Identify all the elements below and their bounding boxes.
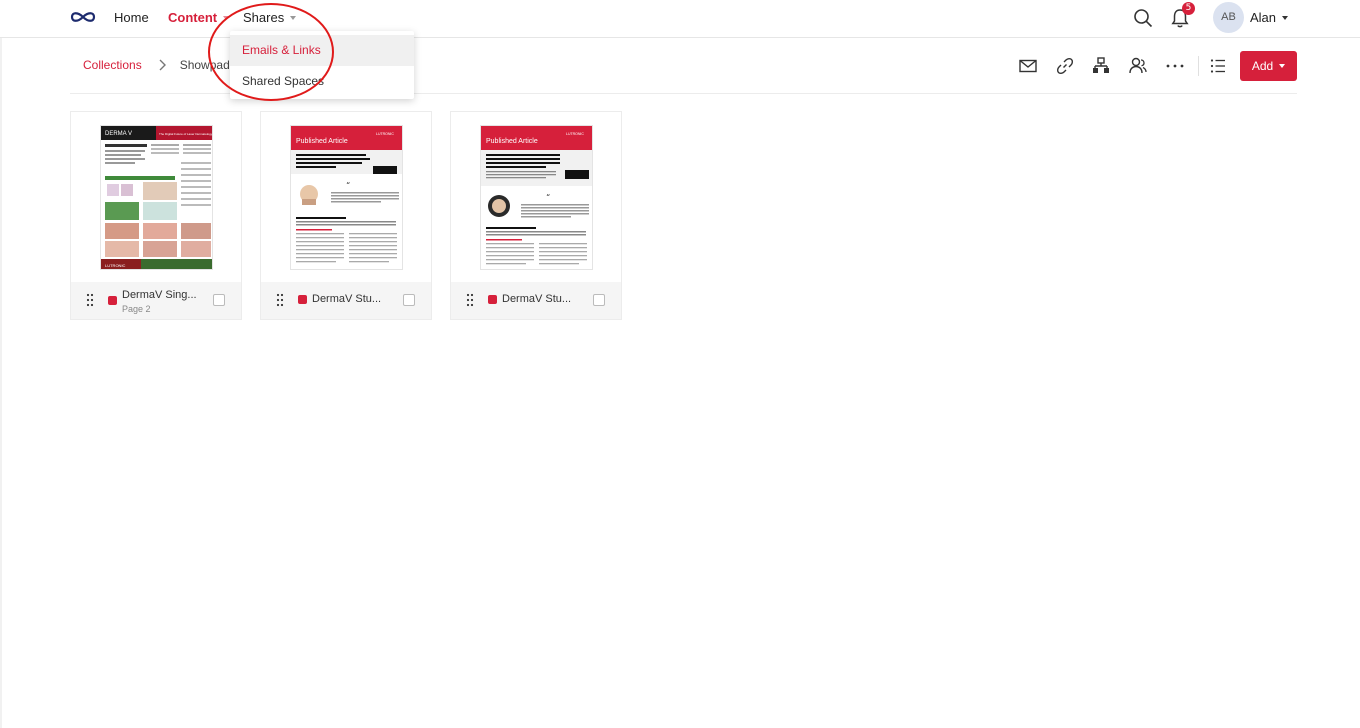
asset-card-footer: DermaV Stu... (261, 282, 431, 319)
nav-home[interactable]: Home (114, 10, 149, 25)
chevron-down-icon (1282, 15, 1289, 20)
asset-select-checkbox[interactable] (593, 294, 605, 306)
mail-icon[interactable] (1018, 56, 1038, 76)
asset-title[interactable]: DermaV Stu... (312, 293, 381, 305)
top-navigation: Home Content Shares 5 AB Alan (0, 0, 1360, 38)
svg-text:“: “ (546, 193, 550, 202)
nav-content[interactable]: Content (168, 10, 230, 25)
user-menu[interactable]: Alan (1250, 10, 1289, 25)
thumb-brand: DERMA V (105, 131, 132, 137)
asset-thumbnail-area[interactable]: Published Article LUTRONIC “ (451, 112, 621, 282)
breadcrumb: Collections Showpad Co (83, 58, 248, 72)
document-preview-image: Published Article LUTRONIC “ (291, 126, 402, 269)
asset-card[interactable]: Published Article LUTRONIC “ DermaV Stu.… (450, 111, 622, 320)
asset-thumbnail: DERMA V The Digital Future of Laser Derm… (100, 125, 213, 270)
notification-badge: 5 (1182, 2, 1195, 15)
search-icon[interactable] (1132, 7, 1154, 29)
asset-card[interactable]: DERMA V The Digital Future of Laser Derm… (70, 111, 242, 320)
menu-item-shared-spaces[interactable]: Shared Spaces (230, 66, 414, 97)
asset-select-checkbox[interactable] (213, 294, 225, 306)
menu-item-emails-links[interactable]: Emails & Links (230, 35, 414, 66)
document-preview-image: DERMA V The Digital Future of Laser Derm… (101, 126, 213, 269)
nav-content-label: Content (168, 10, 218, 25)
asset-title[interactable]: DermaV Sing... (122, 289, 197, 301)
avatar[interactable]: AB (1213, 2, 1244, 33)
asset-thumbnail: Published Article LUTRONIC “ (290, 125, 403, 270)
thumb-banner: Published Article (486, 138, 538, 145)
thumb-headline: The Digital Future of Laser Dermatology (159, 132, 213, 136)
asset-thumbnail-area[interactable]: Published Article LUTRONIC “ (261, 112, 431, 282)
asset-card[interactable]: Published Article LUTRONIC “ DermaV Stu.… (260, 111, 432, 320)
svg-text:“: “ (346, 181, 350, 190)
infinity-logo-icon[interactable] (70, 9, 96, 25)
shares-dropdown-menu: Emails & Links Shared Spaces (230, 31, 414, 99)
pdf-file-icon (298, 295, 307, 304)
add-button[interactable]: Add (1240, 51, 1297, 81)
toolbar-divider (1198, 56, 1199, 76)
pdf-file-icon (488, 295, 497, 304)
org-chart-icon[interactable] (1091, 56, 1111, 76)
user-name-label: Alan (1250, 10, 1277, 25)
nav-shares-label: Shares (243, 10, 285, 25)
nav-home-label: Home (114, 10, 149, 25)
chevron-down-icon (1279, 64, 1286, 68)
list-view-icon[interactable] (1208, 56, 1228, 76)
chevron-down-icon (290, 15, 297, 20)
more-icon[interactable] (1165, 56, 1185, 76)
breadcrumb-collections[interactable]: Collections (83, 58, 142, 72)
asset-thumbnail-area[interactable]: DERMA V The Digital Future of Laser Derm… (71, 112, 241, 282)
thumb-brand: LUTRONIC (376, 132, 394, 136)
asset-card-footer: DermaV Sing... Page 2 (71, 282, 241, 319)
drag-handle-icon[interactable] (276, 293, 284, 307)
add-button-label: Add (1251, 59, 1274, 73)
chevron-down-icon (223, 15, 230, 20)
left-edge-divider (0, 38, 2, 728)
asset-select-checkbox[interactable] (403, 294, 415, 306)
thumb-brand: LUTRONIC (566, 132, 584, 136)
drag-handle-icon[interactable] (466, 293, 474, 307)
drag-handle-icon[interactable] (86, 293, 94, 307)
thumb-banner: Published Article (296, 138, 348, 145)
asset-subtitle: Page 2 (122, 304, 151, 314)
asset-title[interactable]: DermaV Stu... (502, 293, 571, 305)
asset-card-footer: DermaV Stu... (451, 282, 621, 319)
thumb-footer-brand: LUTRONIC (105, 263, 126, 268)
document-preview-image: Published Article LUTRONIC “ (481, 126, 592, 269)
nav-shares[interactable]: Shares (243, 10, 297, 25)
asset-thumbnail: Published Article LUTRONIC “ (480, 125, 593, 270)
chevron-right-icon (159, 59, 166, 71)
pdf-file-icon (108, 296, 117, 305)
users-icon[interactable] (1128, 56, 1148, 76)
link-icon[interactable] (1055, 56, 1075, 76)
